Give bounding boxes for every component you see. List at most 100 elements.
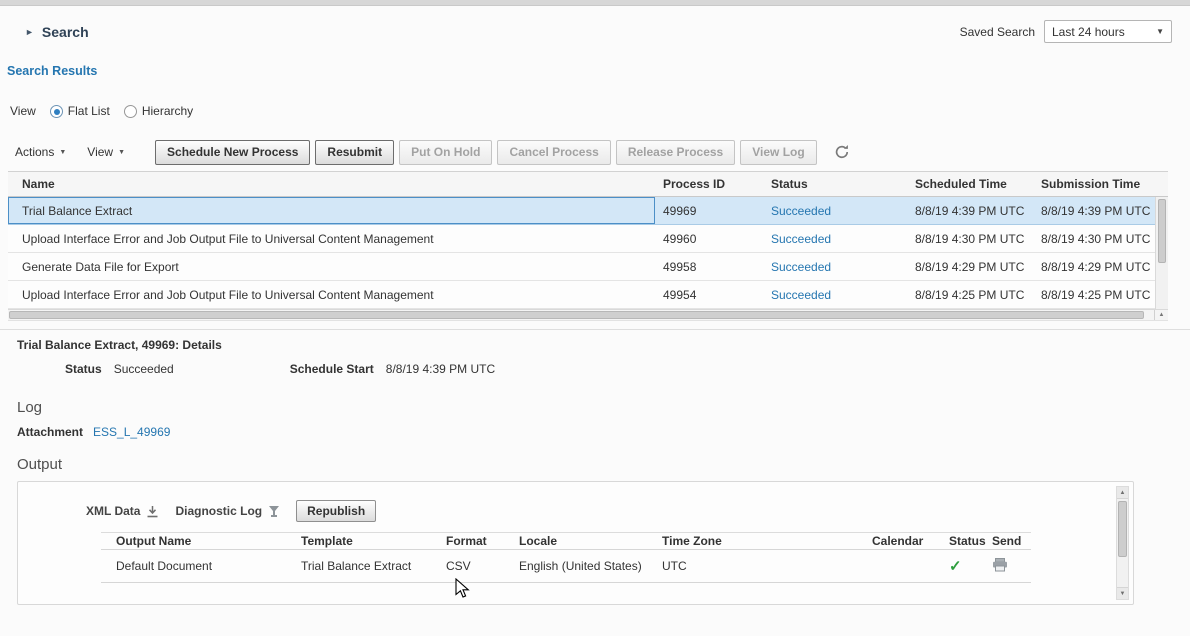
view-menu-label: View	[87, 145, 113, 159]
attachment-link[interactable]: ESS_L_49969	[93, 425, 170, 439]
table-horizontal-scrollbar[interactable]: ▲	[8, 309, 1168, 321]
scroll-down-arrow[interactable]: ▼	[1117, 587, 1128, 599]
view-option-hierarchy[interactable]: Hierarchy	[124, 104, 193, 118]
column-header-send: Send	[992, 534, 1031, 548]
cell-process-id: 49960	[655, 232, 763, 246]
column-header-process-id[interactable]: Process ID	[655, 177, 763, 191]
cell-status: Succeeded	[763, 204, 907, 218]
process-table-header: Name Process ID Status Scheduled Time Su…	[8, 171, 1168, 197]
cell-name: Trial Balance Extract	[8, 197, 655, 224]
diagnostic-log-label[interactable]: Diagnostic Log	[175, 504, 262, 518]
section-divider	[0, 329, 1190, 330]
cell-status: Succeeded	[763, 260, 907, 274]
put-on-hold-button: Put On Hold	[399, 140, 492, 165]
cell-name: Generate Data File for Export	[8, 253, 655, 280]
search-results-title: Search Results	[7, 64, 97, 78]
release-process-button: Release Process	[616, 140, 735, 165]
cell-submission-time: 8/8/19 4:30 PM UTC	[1033, 232, 1155, 246]
actions-menu[interactable]: Actions ▼	[15, 145, 66, 159]
process-table: Name Process ID Status Scheduled Time Su…	[8, 171, 1168, 321]
output-section-title: Output	[17, 456, 62, 473]
log-section-title: Log	[17, 399, 42, 416]
column-header-name[interactable]: Name	[8, 172, 655, 196]
scroll-right-icon: ▲	[1159, 312, 1165, 318]
refresh-button[interactable]	[834, 144, 850, 160]
view-option-flat-list[interactable]: Flat List	[50, 104, 110, 118]
scrollbar-thumb[interactable]	[1158, 199, 1166, 263]
schedule-new-process-button[interactable]: Schedule New Process	[155, 140, 310, 165]
cell-scheduled-time: 8/8/19 4:39 PM UTC	[907, 204, 1033, 218]
radio-hierarchy-label: Hierarchy	[142, 104, 193, 118]
radio-flat-list[interactable]	[50, 105, 63, 118]
column-header-format: Format	[446, 534, 519, 548]
saved-search-label: Saved Search	[960, 25, 1035, 39]
schedule-start-label: Schedule Start	[290, 362, 374, 376]
cell-scheduled-time: 8/8/19 4:29 PM UTC	[907, 260, 1033, 274]
cell-template: Trial Balance Extract	[301, 559, 446, 573]
disclosure-triangle-icon: ►	[25, 27, 34, 37]
attachment-label: Attachment	[17, 425, 83, 439]
saved-search: Saved Search Last 24 hours ▼	[960, 20, 1172, 43]
menu-arrow-icon: ▼	[59, 149, 66, 156]
output-table-row[interactable]: Default Document Trial Balance Extract C…	[101, 550, 1031, 583]
dropdown-arrow-icon: ▼	[1156, 27, 1164, 36]
download-icon[interactable]	[146, 505, 159, 518]
radio-flat-list-label: Flat List	[68, 104, 110, 118]
cell-status: Succeeded	[763, 232, 907, 246]
column-header-output-name: Output Name	[101, 534, 301, 548]
column-header-status: Status	[937, 534, 992, 548]
output-panel: XML Data Diagnostic Log Republish Output…	[17, 481, 1134, 605]
output-toolbar: XML Data Diagnostic Log Republish	[86, 500, 381, 522]
details-row: Status Succeeded Schedule Start 8/8/19 4…	[65, 362, 495, 376]
republish-button[interactable]: Republish	[296, 500, 376, 522]
status-label: Status	[65, 362, 102, 376]
resubmit-button[interactable]: Resubmit	[315, 140, 394, 165]
cell-time-zone: UTC	[662, 559, 872, 573]
search-section-toggle[interactable]: ► Search	[25, 24, 89, 40]
view-log-button: View Log	[740, 140, 816, 165]
table-vertical-scrollbar[interactable]	[1155, 197, 1168, 309]
saved-search-dropdown[interactable]: Last 24 hours ▼	[1044, 20, 1172, 43]
print-icon[interactable]	[992, 561, 1008, 575]
column-header-time-zone: Time Zone	[662, 534, 872, 548]
success-check-icon: ✓	[949, 558, 962, 575]
scrollbar-thumb[interactable]	[1118, 501, 1127, 557]
cell-submission-time: 8/8/19 4:25 PM UTC	[1033, 288, 1155, 302]
cell-scheduled-time: 8/8/19 4:25 PM UTC	[907, 288, 1033, 302]
cell-locale: English (United States)	[519, 559, 662, 573]
output-table-header: Output Name Template Format Locale Time …	[101, 532, 1031, 550]
view-selector: View Flat List Hierarchy	[10, 104, 193, 118]
table-row[interactable]: Upload Interface Error and Job Output Fi…	[8, 225, 1155, 253]
output-vertical-scrollbar[interactable]: ▲ ▼	[1116, 486, 1129, 600]
scroll-up-arrow[interactable]: ▲	[1117, 487, 1128, 499]
cell-submission-time: 8/8/19 4:29 PM UTC	[1033, 260, 1155, 274]
table-row[interactable]: Trial Balance Extract 49969 Succeeded 8/…	[8, 197, 1155, 225]
table-row[interactable]: Upload Interface Error and Job Output Fi…	[8, 281, 1155, 309]
status-value: Succeeded	[114, 362, 174, 376]
refresh-icon	[834, 144, 850, 160]
column-header-status[interactable]: Status	[763, 177, 907, 191]
window-top-strip	[0, 0, 1190, 6]
column-header-submission-time[interactable]: Submission Time	[1033, 177, 1155, 191]
diagnostic-log-icon[interactable]	[268, 505, 280, 518]
column-header-template: Template	[301, 534, 446, 548]
scrollbar-corner[interactable]: ▲	[1154, 310, 1168, 320]
xml-data-label[interactable]: XML Data	[86, 504, 140, 518]
scrollbar-thumb[interactable]	[9, 311, 1144, 319]
radio-hierarchy[interactable]	[124, 105, 137, 118]
scrollbar-track	[8, 310, 1154, 320]
cell-scheduled-time: 8/8/19 4:30 PM UTC	[907, 232, 1033, 246]
menu-arrow-icon: ▼	[118, 149, 125, 156]
cell-output-name: Default Document	[101, 559, 301, 573]
column-header-calendar: Calendar	[872, 534, 937, 548]
schedule-start-value: 8/8/19 4:39 PM UTC	[386, 362, 495, 376]
column-header-scheduled-time[interactable]: Scheduled Time	[907, 177, 1033, 191]
table-row[interactable]: Generate Data File for Export 49958 Succ…	[8, 253, 1155, 281]
saved-search-value: Last 24 hours	[1052, 25, 1125, 39]
process-table-body: Trial Balance Extract 49969 Succeeded 8/…	[8, 197, 1168, 309]
cell-name: Upload Interface Error and Job Output Fi…	[8, 225, 655, 252]
results-toolbar: Actions ▼ View ▼ Schedule New Process Re…	[15, 139, 850, 165]
cell-process-id: 49969	[655, 204, 763, 218]
view-label: View	[10, 104, 36, 118]
view-menu[interactable]: View ▼	[87, 145, 125, 159]
